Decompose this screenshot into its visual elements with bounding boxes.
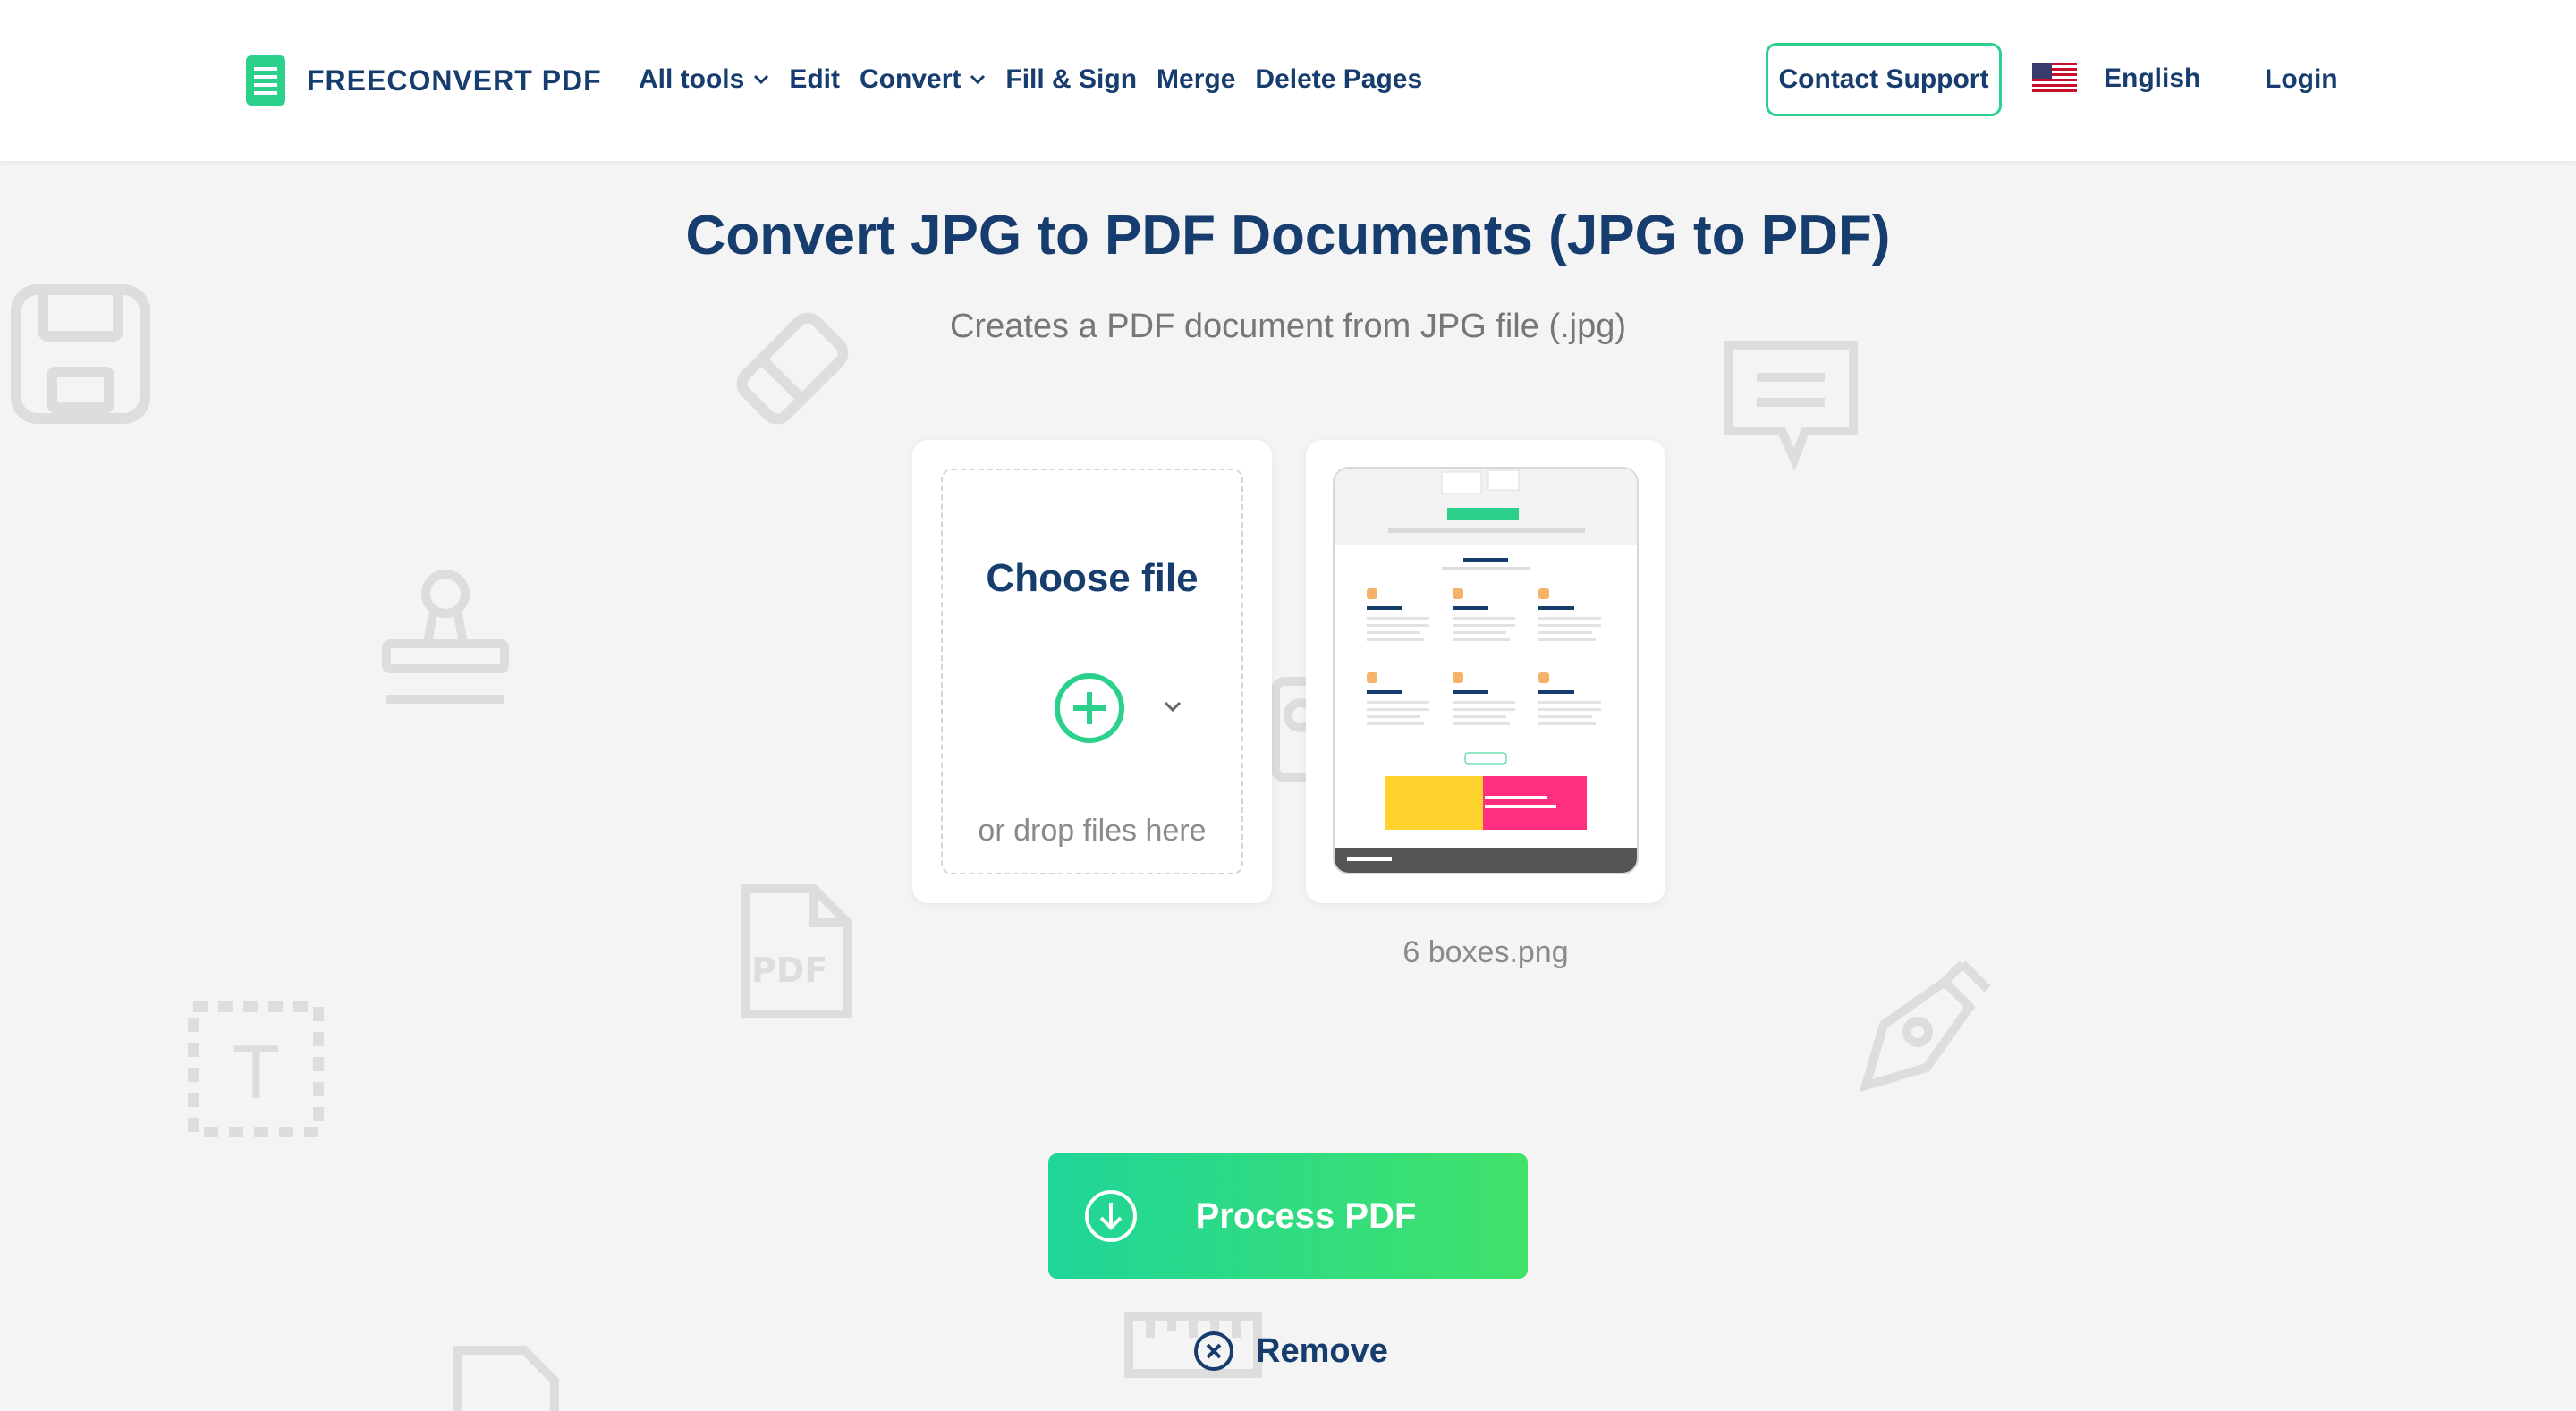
comment-icon [1721, 338, 1860, 469]
close-circle-icon [1194, 1331, 1233, 1371]
login-link[interactable]: Login [2265, 64, 2338, 95]
language-label: English [2104, 63, 2201, 93]
nav-merge[interactable]: Merge [1157, 64, 1235, 95]
choose-file-label: Choose file [986, 556, 1199, 600]
nav-label: Edit [789, 64, 841, 94]
floppy-disk-icon [11, 284, 150, 424]
process-pdf-label: Process PDF [1195, 1196, 1417, 1236]
remove-button[interactable]: Remove [1193, 1331, 1388, 1372]
file-drop-zone[interactable]: Choose file or drop files here [941, 469, 1243, 874]
nav-edit[interactable]: Edit [789, 64, 840, 95]
remove-label: Remove [1256, 1331, 1388, 1370]
drop-hint: or drop files here [978, 814, 1207, 848]
brand-name: FREECONVERT PDF [307, 63, 602, 97]
nav-all-tools[interactable]: All tools [639, 64, 769, 95]
text-box-icon: T [186, 1000, 326, 1139]
main-nav: All tools Edit Convert Fill & Sign Merge… [639, 64, 1422, 95]
nav-label: All tools [639, 64, 745, 94]
language-selector[interactable]: English [2032, 63, 2200, 95]
plus-circle-icon[interactable] [1054, 672, 1125, 744]
process-pdf-button[interactable]: Process PDF [1048, 1153, 1528, 1279]
page-subtitle: Creates a PDF document from JPG file (.j… [949, 308, 1627, 345]
nav-label: Merge [1157, 64, 1236, 94]
brand-logo[interactable]: FREECONVERT PDF [246, 55, 602, 106]
nav-label: Fill & Sign [1005, 64, 1138, 94]
top-header: FREECONVERT PDF All tools Edit Convert F… [0, 0, 2576, 161]
svg-text:T: T [233, 1032, 279, 1115]
choose-file-card: Choose file or drop files here [912, 440, 1272, 903]
nav-fill-sign[interactable]: Fill & Sign [1005, 64, 1137, 95]
file-thumbnail [1333, 467, 1639, 874]
nav-delete-pages[interactable]: Delete Pages [1255, 64, 1422, 95]
page-title: Convert JPG to PDF Documents (JPG to PDF… [685, 205, 1891, 266]
thumbnail-preview-image [1335, 469, 1637, 873]
chevron-down-icon [970, 74, 986, 85]
svg-text:PDF: PDF [751, 951, 827, 990]
file-icon [453, 1345, 560, 1411]
nav-label: Delete Pages [1255, 64, 1423, 94]
chevron-down-icon [754, 74, 769, 85]
uploaded-file-name: 6 boxes.png [1402, 935, 1569, 969]
us-flag-icon [2032, 63, 2077, 95]
pdf-file-icon: PDF [739, 882, 855, 1021]
stamp-icon [376, 569, 515, 708]
document-list-icon [246, 55, 285, 106]
contact-support-button[interactable]: Contact Support [1766, 43, 2002, 116]
chevron-down-icon[interactable] [1163, 699, 1182, 714]
pen-nib-icon [1859, 953, 1998, 1093]
nav-label: Convert [860, 64, 962, 94]
nav-convert[interactable]: Convert [860, 64, 986, 95]
uploaded-file-card [1306, 440, 1665, 903]
